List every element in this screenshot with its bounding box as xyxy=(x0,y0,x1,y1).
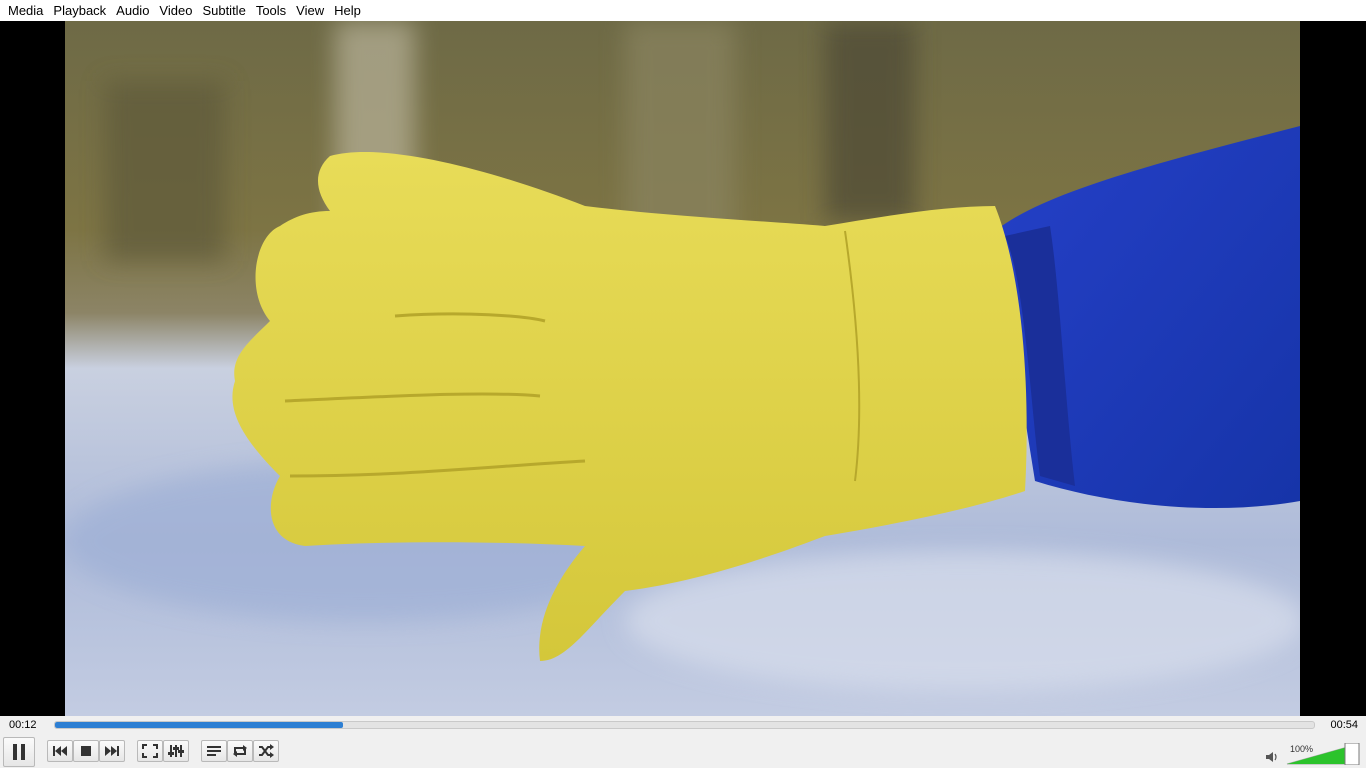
menu-playback[interactable]: Playback xyxy=(48,0,111,21)
next-icon xyxy=(105,746,119,756)
loop-icon xyxy=(233,745,247,757)
seek-row: 00:12 00:54 xyxy=(0,716,1366,736)
previous-icon xyxy=(53,746,67,756)
pause-button[interactable] xyxy=(3,737,35,767)
extended-settings-icon xyxy=(168,745,184,757)
menu-video[interactable]: Video xyxy=(154,0,197,21)
menu-help[interactable]: Help xyxy=(329,0,366,21)
total-time: 00:54 xyxy=(1330,719,1358,731)
seek-bar[interactable] xyxy=(54,721,1315,729)
shuffle-button[interactable] xyxy=(253,740,279,762)
playlist-icon xyxy=(207,746,221,756)
elapsed-time: 00:12 xyxy=(9,719,37,731)
volume-slider[interactable] xyxy=(1286,743,1362,765)
menu-media[interactable]: Media xyxy=(3,0,48,21)
next-button[interactable] xyxy=(99,740,125,762)
video-image xyxy=(65,21,1300,716)
fullscreen-icon xyxy=(142,744,158,758)
menu-view[interactable]: View xyxy=(291,0,329,21)
playlist-button[interactable] xyxy=(201,740,227,762)
shuffle-icon xyxy=(259,744,274,758)
video-frame[interactable] xyxy=(65,21,1300,716)
previous-button[interactable] xyxy=(47,740,73,762)
pause-icon xyxy=(13,744,25,760)
menu-bar: Media Playback Audio Video Subtitle Tool… xyxy=(0,0,1366,21)
video-area[interactable] xyxy=(0,21,1366,716)
extended-settings-button[interactable] xyxy=(163,740,189,762)
speaker-icon[interactable] xyxy=(1265,751,1279,763)
stop-icon xyxy=(81,746,91,756)
menu-tools[interactable]: Tools xyxy=(251,0,291,21)
seek-progress xyxy=(55,722,343,728)
fullscreen-button[interactable] xyxy=(137,740,163,762)
menu-subtitle[interactable]: Subtitle xyxy=(197,0,250,21)
loop-button[interactable] xyxy=(227,740,253,762)
controls-bar: 100% xyxy=(0,736,1366,768)
volume-handle xyxy=(1344,743,1360,765)
stop-button[interactable] xyxy=(73,740,99,762)
menu-audio[interactable]: Audio xyxy=(111,0,154,21)
